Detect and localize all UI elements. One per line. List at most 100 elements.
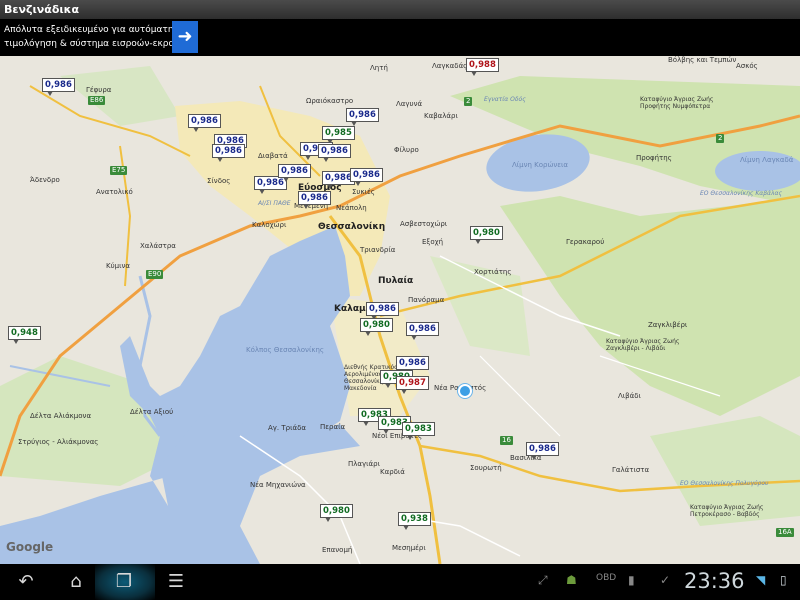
my-location-dot — [458, 384, 472, 398]
place-label: Σουρωτή — [470, 464, 502, 472]
road-shield: E86 — [88, 96, 106, 105]
android-debug-icon: ☗ — [566, 573, 577, 587]
place-label: Λητή — [370, 64, 388, 72]
place-label: Συκιές — [352, 188, 375, 196]
place-label: Πλαγιάρι — [348, 460, 380, 468]
price-marker[interactable]: 0,987 — [396, 376, 429, 394]
place-label: Διαβατά — [258, 152, 288, 160]
obd-icon: OBD — [596, 573, 617, 583]
place-label: Ζαγκλιβέρι — [648, 321, 688, 329]
lake-label: Λίμνη Κορώνεια — [512, 161, 569, 169]
place-label: Ανατολικό — [96, 188, 133, 196]
price-marker[interactable]: 0,983 — [402, 422, 435, 440]
price-marker[interactable]: 0,986 — [318, 144, 351, 162]
check-icon: ✓ — [660, 573, 671, 587]
gulf-label: Κόλπος Θεσσαλονίκης — [246, 346, 325, 354]
price-marker[interactable]: 0,986 — [396, 356, 429, 374]
road-label: ΕΟ Θεσσαλονίκης Καβάλας — [700, 190, 783, 197]
place-label: Σίνδος — [207, 177, 231, 185]
road-shield: 2 — [464, 97, 473, 106]
price-marker[interactable]: 0,986 — [42, 78, 75, 96]
price-marker[interactable]: 0,986 — [254, 176, 287, 194]
price-marker[interactable]: 0,980 — [470, 226, 503, 244]
clock: 23:36 — [684, 569, 745, 593]
map-view[interactable]: Θεσσαλονίκη Καλαμαριά Πυλαία Πανόραμα Τρ… — [0, 56, 800, 564]
road-shield: E90 — [146, 270, 164, 279]
price-marker[interactable]: 0,986 — [298, 191, 331, 209]
place-label: Περαία — [320, 423, 346, 431]
place-label: Δέλτα Αξιού — [130, 408, 174, 416]
road-shield: 2 — [716, 134, 725, 143]
price-marker[interactable]: 0,948 — [8, 326, 41, 344]
price-marker[interactable]: 0,986 — [406, 322, 439, 340]
ad-banner[interactable]: Απόλυτα εξειδικευμένο για αυτόματη τιμολ… — [0, 19, 800, 56]
price-marker[interactable]: 0,986 — [188, 114, 221, 132]
map-base — [0, 66, 800, 564]
place-label: Κύμινα — [106, 262, 130, 270]
ad-text[interactable]: Απόλυτα εξειδικευμένο για αυτόματη τιμολ… — [4, 23, 172, 51]
place-label: Ασβεστοχώρι — [400, 220, 448, 228]
place-label: Χορτιάτης — [474, 268, 512, 276]
place-label: Γαλάτιστα — [612, 466, 650, 474]
place-label: Ωραιόκαστρο — [306, 97, 354, 105]
road-shield: 16 — [500, 436, 513, 445]
place-label: Νέα Μηχανιώνα — [250, 481, 306, 489]
recent-apps-icon[interactable]: ❐ — [106, 569, 142, 595]
road-shield: E75 — [110, 166, 128, 175]
price-marker[interactable]: 0,986 — [350, 168, 383, 186]
price-marker[interactable]: 0,986 — [212, 144, 245, 162]
place-label: Καβαλάρι — [424, 112, 458, 120]
place-label: Επανομή — [322, 546, 353, 554]
reserve-label: Καταφύγιο Άγριας Ζωής Προφήτης Νυμφόπετρ… — [640, 96, 714, 110]
price-marker[interactable]: 0,980 — [360, 318, 393, 336]
price-marker[interactable]: 0,985 — [322, 126, 355, 144]
arrow-right-icon[interactable]: ➜ — [172, 21, 198, 53]
price-marker[interactable]: 0,986 — [366, 302, 399, 320]
place-label: Βόλβης και Τεμπών — [668, 56, 737, 64]
system-navigation-bar: ↶ ⌂ ❐ ☰ ⤢ ☗ OBD ▮ ✓ 23:36 ◥ ▯ — [0, 564, 800, 600]
place-label: Μεσημέρι — [392, 544, 426, 552]
place-label: Λαγυνά — [396, 100, 423, 108]
road-label: ΑΙ/ΣΙ ΠΑΘΕ — [258, 200, 291, 207]
place-label: Θεσσαλονίκη — [318, 222, 386, 232]
price-marker[interactable]: 0,986 — [278, 164, 311, 182]
road-label: ΕΟ Θεσσαλονίκης Πολυγύρου — [680, 480, 769, 487]
place-label: Εξοχή — [422, 238, 444, 246]
place-label: Γέφυρα — [86, 86, 112, 94]
road-label: Εγνατία Οδός — [484, 96, 526, 103]
place-label: Αγ. Τριάδα — [268, 424, 306, 432]
road-shield: 16A — [776, 528, 794, 537]
google-logo: Google — [6, 540, 54, 554]
place-label: Ασκός — [736, 62, 758, 70]
screen-compat-icon[interactable]: ⤢ — [538, 573, 548, 588]
ad-line-2: τιμολόγηση & σύστημα εισροών-εκροών — [4, 39, 172, 49]
sd-card-icon: ▮ — [628, 573, 635, 587]
back-icon[interactable]: ↶ — [8, 569, 44, 595]
place-label: Στρύγιος - Αλιάκμονας — [18, 438, 99, 446]
reserve-label: Καταφύγιο Άγριας Ζωής Ζαγκλιβέρι - Λιβάδ… — [606, 338, 680, 352]
place-label: Άδενδρο — [30, 176, 60, 184]
place-label: Καρδιά — [380, 468, 405, 476]
place-label: Καλοχώρι — [252, 221, 287, 229]
battery-icon: ▯ — [780, 573, 787, 587]
price-marker[interactable]: 0,986 — [526, 442, 559, 460]
app-title: Βενζινάδικα — [4, 3, 80, 16]
place-label: Προφήτης — [636, 154, 672, 162]
place-label: Δέλτα Αλιάκμονα — [30, 412, 92, 420]
price-marker[interactable]: 0,980 — [320, 504, 353, 522]
price-marker[interactable]: 0,938 — [398, 512, 431, 530]
price-marker[interactable]: 0,988 — [466, 58, 499, 76]
menu-icon[interactable]: ☰ — [158, 569, 194, 595]
app-title-bar: Βενζινάδικα — [0, 0, 800, 19]
place-label: Λαγκαδάς — [432, 62, 468, 70]
place-label: Πανόραμα — [408, 296, 445, 304]
home-icon[interactable]: ⌂ — [58, 569, 94, 595]
place-label: Λιβάδι — [618, 392, 641, 400]
ad-line-1: Απόλυτα εξειδικευμένο για αυτόματη — [4, 25, 172, 35]
price-marker[interactable]: 0,986 — [346, 108, 379, 126]
place-label: Πυλαία — [378, 276, 414, 286]
lake-label: Λίμνη Λαγκαδά — [740, 156, 794, 164]
reserve-label: Καταφύγιο Άγριας Ζωής Πετροκέρασο - Βαβδ… — [690, 504, 764, 518]
wifi-icon: ◥ — [756, 573, 766, 587]
place-label: Φίλυρο — [394, 146, 419, 154]
